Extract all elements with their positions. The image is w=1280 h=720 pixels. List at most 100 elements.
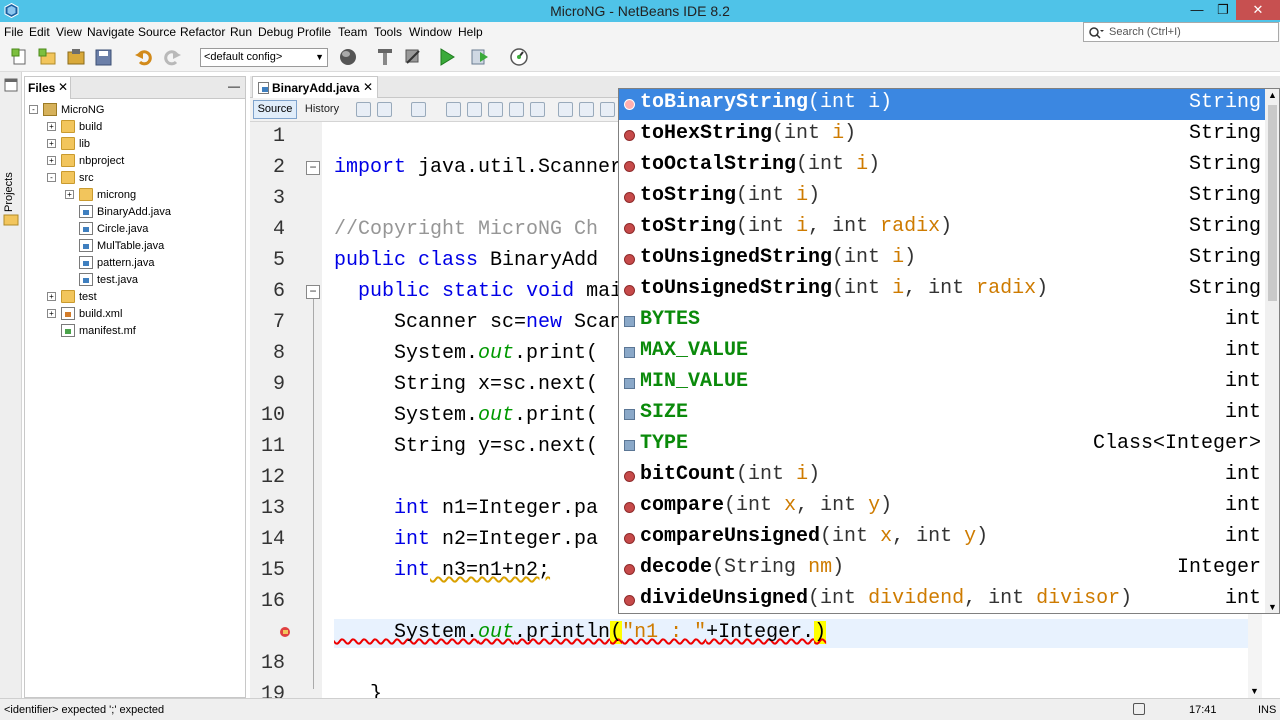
files-icon[interactable] [3,212,19,226]
tree-item[interactable]: Circle.java [65,221,225,238]
menu-profile[interactable]: Profile [297,25,331,39]
expand-icon[interactable]: + [47,309,56,318]
notification-icon[interactable] [1133,703,1145,715]
tree-item[interactable]: pattern.java [65,255,225,272]
menu-navigate[interactable]: Navigate [87,25,134,39]
menu-file[interactable]: File [4,25,23,39]
tree-item[interactable]: - src [47,170,225,187]
completion-item[interactable]: BYTES int [619,306,1265,337]
menu-view[interactable]: View [56,25,82,39]
editor-tab-binaryadd[interactable]: BinaryAdd.java ✕ [252,76,378,98]
menu-debug[interactable]: Debug [258,25,293,39]
find-previous-icon[interactable] [467,102,482,117]
expand-icon[interactable]: + [47,292,56,301]
completion-item[interactable]: decode(String nm) Integer [619,554,1265,585]
minimize-button[interactable]: — [1184,0,1210,20]
fold-icon[interactable]: − [306,285,320,299]
expand-icon[interactable]: + [47,122,56,131]
expand-icon[interactable]: + [47,139,56,148]
save-all-icon[interactable] [94,47,114,67]
tree-item[interactable]: + test [47,289,225,306]
next-bookmark-icon[interactable] [579,102,594,117]
completion-item[interactable]: toBinaryString(int i) String [619,89,1265,120]
completion-item[interactable]: toUnsignedString(int i, int radix) String [619,275,1265,306]
find-icon[interactable] [446,102,461,117]
close-window-button[interactable]: ✕ [1236,0,1280,20]
find-selection-icon[interactable] [509,102,524,117]
menu-run[interactable]: Run [230,25,252,39]
menu-edit[interactable]: Edit [29,25,50,39]
maximize-button[interactable]: ❐ [1210,0,1236,20]
forward-icon[interactable] [411,102,426,117]
toggle-bookmark-icon[interactable] [600,102,615,117]
debug-icon[interactable] [470,47,490,67]
tree-item[interactable]: + nbproject [47,153,225,170]
tree-item[interactable]: manifest.mf [47,323,225,340]
undo-icon[interactable] [134,47,154,67]
completion-item[interactable]: compareUnsigned(int x, int y) int [619,523,1265,554]
new-file-icon[interactable] [10,47,30,67]
clean-build-icon[interactable] [375,47,395,67]
param-type: int [928,277,965,300]
files-tab[interactable]: Files ✕ [25,77,71,99]
close-icon[interactable]: ✕ [363,80,373,94]
completion-item[interactable]: bitCount(int i) int [619,461,1265,492]
completion-scrollbar[interactable]: ▲ ▼ [1265,89,1279,613]
menu-help[interactable]: Help [458,25,483,39]
scroll-down-icon[interactable]: ▼ [1250,686,1259,696]
tree-item[interactable]: MulTable.java [65,238,225,255]
search-input[interactable]: Search (Ctrl+I) [1083,22,1279,42]
run-icon[interactable] [437,47,457,67]
tree-item[interactable]: test.java [65,272,225,289]
completion-item[interactable]: SIZE int [619,399,1265,430]
menu-window[interactable]: Window [409,25,452,39]
scrollbar-thumb[interactable] [1268,105,1277,301]
last-edit-icon[interactable] [356,102,371,117]
menu-team[interactable]: Team [338,25,367,39]
build-icon[interactable] [403,47,423,67]
tree-item[interactable]: + lib [47,136,225,153]
collapse-icon[interactable]: - [29,105,38,114]
tree-item[interactable]: - MicroNG [29,102,225,119]
expand-icon[interactable]: + [65,190,74,199]
completion-item[interactable]: divideUnsigned(int dividend, int divisor… [619,585,1265,613]
find-next-icon[interactable] [488,102,503,117]
profile-icon[interactable] [509,47,529,67]
back-icon[interactable] [377,102,392,117]
tree-item[interactable]: + build [47,119,225,136]
close-icon[interactable]: ✕ [58,80,68,94]
scroll-up-icon[interactable]: ▲ [1268,90,1277,100]
completion-item[interactable]: MIN_VALUE int [619,368,1265,399]
scroll-down-icon[interactable]: ▼ [1268,602,1277,612]
error-marker-icon[interactable] [279,626,291,638]
completion-item[interactable]: compare(int x, int y) int [619,492,1265,523]
completion-item[interactable]: toUnsignedString(int i) String [619,244,1265,275]
completion-item[interactable]: toOctalString(int i) String [619,151,1265,182]
minimize-panel-icon[interactable]: — [228,79,240,93]
tree-item[interactable]: + build.xml [47,306,225,323]
tree-item[interactable]: + microng [65,187,225,204]
history-view-button[interactable]: History [302,100,342,119]
menu-refactor[interactable]: Refactor [180,25,225,39]
completion-item[interactable]: toString(int i, int radix) String [619,213,1265,244]
open-project-icon[interactable] [66,47,86,67]
toggle-highlight-icon[interactable] [530,102,545,117]
menu-tools[interactable]: Tools [374,25,402,39]
redo-icon[interactable] [162,47,182,67]
projects-tab[interactable]: Projects [3,172,15,212]
configuration-select[interactable]: <default config> ▼ [200,48,328,67]
new-project-icon[interactable] [38,47,58,67]
fold-icon[interactable]: − [306,161,320,175]
completion-item[interactable]: TYPE Class<Integer> [619,430,1265,461]
collapse-icon[interactable]: - [47,173,56,182]
expand-icon[interactable]: + [47,156,56,165]
completion-item[interactable]: toHexString(int i) String [619,120,1265,151]
source-view-button[interactable]: Source [253,100,297,119]
tree-item[interactable]: BinaryAdd.java [65,204,225,221]
completion-item[interactable]: toString(int i) String [619,182,1265,213]
globe-icon[interactable] [338,47,358,67]
previous-bookmark-icon[interactable] [558,102,573,117]
menu-source[interactable]: Source [138,25,176,39]
window-icon[interactable] [4,78,18,92]
completion-item[interactable]: MAX_VALUE int [619,337,1265,368]
